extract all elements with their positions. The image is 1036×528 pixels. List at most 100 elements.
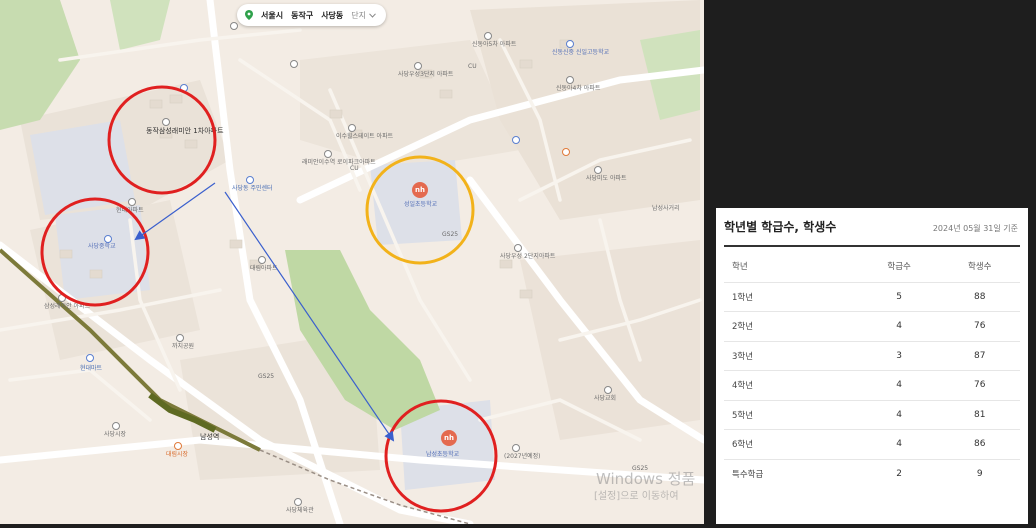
grade-stats-panel: 학년별 학급수, 학생수 2024년 05월 31일 기준 학년 학급수 학생수… xyxy=(716,208,1028,524)
map-label-apartment: 이수힐스테이트 아파트 xyxy=(336,133,394,140)
windows-activation-watermark: Windows 정품 [설정]으로 이동하여 xyxy=(594,470,696,506)
cell-grade: 3학년 xyxy=(724,340,859,371)
cell-students: 88 xyxy=(939,281,1020,312)
cell-students: 87 xyxy=(939,340,1020,371)
map-label-apartment: 현대아파트 xyxy=(116,207,144,214)
table-row: 5학년 4 81 xyxy=(724,399,1020,430)
school-pin-icon[interactable]: nh xyxy=(412,182,428,198)
map-label-apartment: 사당미도 아파트 xyxy=(586,175,627,182)
poi-marker[interactable] xyxy=(58,294,66,302)
map-label-intersection: 남성사거리 xyxy=(652,205,680,212)
school-marker[interactable] xyxy=(104,235,112,243)
cell-students: 76 xyxy=(939,311,1020,341)
cell-classes: 3 xyxy=(858,340,940,371)
map-label-poi: 현대마트 xyxy=(80,365,103,372)
poi-marker[interactable] xyxy=(566,76,574,84)
school-marker[interactable] xyxy=(566,40,574,48)
poi-marker[interactable] xyxy=(512,444,520,452)
cell-classes: 4 xyxy=(858,429,940,459)
cell-classes: 5 xyxy=(858,281,940,312)
map-label-store: GS25 xyxy=(258,373,275,380)
poi-marker[interactable] xyxy=(512,136,520,144)
poi-marker[interactable] xyxy=(484,32,492,40)
map-label-school: 신동신중 신일고등학교 xyxy=(552,49,610,56)
poi-marker[interactable] xyxy=(290,60,298,68)
table-row: 6학년 4 86 xyxy=(724,429,1020,459)
table-row: 특수학급 2 9 xyxy=(724,458,1020,489)
cell-classes: 4 xyxy=(858,399,940,430)
table-header-row: 학년 학급수 학생수 xyxy=(724,251,1020,282)
map-label-store: CU xyxy=(350,165,359,172)
poi-marker[interactable] xyxy=(174,442,182,450)
poi-marker[interactable] xyxy=(246,176,254,184)
poi-marker[interactable] xyxy=(128,198,136,206)
cell-students: 86 xyxy=(939,429,1020,459)
poi-marker[interactable] xyxy=(604,386,612,394)
watermark-line2: [설정]으로 이동하여 xyxy=(594,491,679,502)
poi-marker[interactable] xyxy=(180,84,188,92)
poi-marker[interactable] xyxy=(162,118,170,126)
map-label-store: GS25 xyxy=(442,231,459,238)
map-base xyxy=(0,0,704,524)
map-label-apartment: 사당우성 2단지아파트 xyxy=(500,253,556,260)
cell-classes: 2 xyxy=(858,458,940,489)
grade-stats-table: 학년 학급수 학생수 1학년 5 88 2학년 4 76 3학년 3 87 4학… xyxy=(724,251,1020,489)
map-label-park: 까치공원 xyxy=(172,343,195,350)
map-label-gym: 사당체육관 xyxy=(286,507,314,514)
poi-marker[interactable] xyxy=(562,148,570,156)
cell-classes: 4 xyxy=(858,311,940,341)
map-label-church: 사당교회 xyxy=(594,395,617,402)
breadcrumb-district[interactable]: 동작구 xyxy=(291,10,313,21)
table-row: 1학년 5 88 xyxy=(724,281,1020,312)
poi-marker[interactable] xyxy=(594,166,602,174)
map-label-apartment: 신동아4차 아파트 xyxy=(556,85,601,92)
screenshot: 동작삼성래미안 1차아파트 사당중학교 삼성래미안 아파트 현대아파트 사당동 … xyxy=(0,0,1036,528)
map-label-poi: 사당동 주민센터 xyxy=(232,185,273,192)
complex-filter[interactable]: 단지 xyxy=(351,10,376,21)
school-pin-icon[interactable]: nh xyxy=(441,430,457,446)
location-pin-icon xyxy=(245,10,253,20)
map-label-apartment: 신동아5차 아파트 xyxy=(472,41,517,48)
cell-classes: 4 xyxy=(858,370,940,400)
poi-marker[interactable] xyxy=(230,22,238,30)
poi-marker[interactable] xyxy=(348,124,356,132)
poi-marker[interactable] xyxy=(294,498,302,506)
map-label-apartment: 사당우성3단지 아파트 xyxy=(398,71,454,78)
column-header-students: 학생수 xyxy=(967,262,992,273)
watermark-line1: Windows 정품 xyxy=(596,470,696,488)
map-label-apartment: 래미안이수역 로이파크아파트 xyxy=(302,159,376,166)
cell-grade: 특수학급 xyxy=(724,458,859,489)
poi-marker[interactable] xyxy=(258,256,266,264)
chevron-down-icon xyxy=(369,12,376,18)
map-view[interactable]: 동작삼성래미안 1차아파트 사당중학교 삼성래미안 아파트 현대아파트 사당동 … xyxy=(0,0,704,524)
cell-students: 76 xyxy=(939,370,1020,400)
breadcrumb-dong[interactable]: 사당동 xyxy=(321,10,343,21)
map-label-apartment: 삼성래미안 아파트 xyxy=(44,303,91,310)
poi-marker[interactable] xyxy=(86,354,94,362)
cell-grade: 4학년 xyxy=(724,370,859,400)
map-label-school: 사당중학교 xyxy=(88,243,116,250)
panel-header: 학년별 학급수, 학생수 2024년 05월 31일 기준 xyxy=(724,218,1020,247)
map-label-school: 남성초등학교 xyxy=(426,451,460,458)
map-label-school: 성일초등학교 xyxy=(404,201,438,208)
breadcrumb: 서울시 동작구 사당동 단지 xyxy=(237,4,387,26)
poi-marker[interactable] xyxy=(414,62,422,70)
panel-title: 학년별 학급수, 학생수 xyxy=(724,220,837,234)
cell-grade: 1학년 xyxy=(724,281,859,312)
cell-grade: 6학년 xyxy=(724,429,859,459)
panel-date: 2024년 05월 31일 기준 xyxy=(932,224,1018,233)
cell-grade: 5학년 xyxy=(724,399,859,430)
table-row: 3학년 3 87 xyxy=(724,340,1020,371)
map-label-station: 남성역 xyxy=(200,433,220,441)
map-label-apartment: 동작삼성래미안 1차아파트 xyxy=(146,127,224,135)
map-label-apartment: 대림아파트 xyxy=(250,265,278,272)
complex-filter-label: 단지 xyxy=(351,10,367,20)
column-header-classes: 학급수 xyxy=(887,262,911,273)
map-label-new: (2027년예정) xyxy=(504,453,541,460)
poi-marker[interactable] xyxy=(514,244,522,252)
breadcrumb-city[interactable]: 서울시 xyxy=(261,10,283,21)
poi-marker[interactable] xyxy=(112,422,120,430)
poi-marker[interactable] xyxy=(176,334,184,342)
poi-marker[interactable] xyxy=(324,150,332,158)
map-label-market: 사당시장 xyxy=(104,431,127,438)
